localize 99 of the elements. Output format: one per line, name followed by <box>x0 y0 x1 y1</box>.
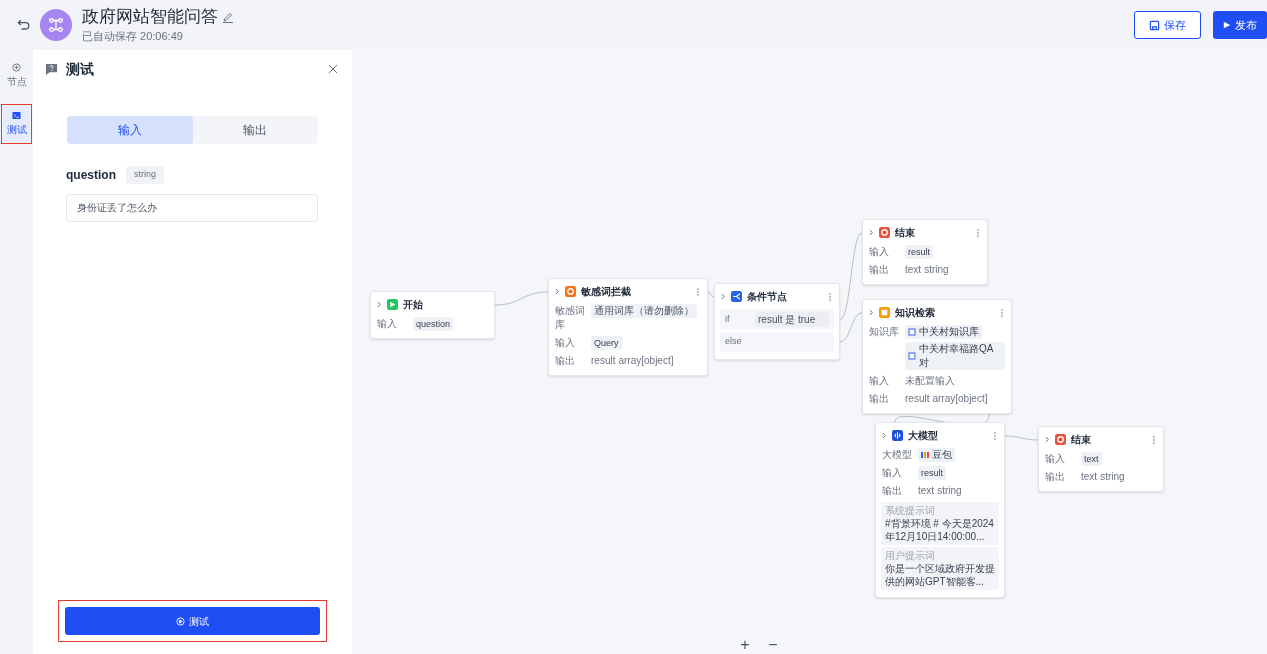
node-title: 条件节点 <box>747 290 787 304</box>
play-icon <box>176 616 185 626</box>
panel-title: 测试 <box>66 59 94 79</box>
field-label: 大模型 <box>882 448 913 462</box>
add-node-icon <box>12 63 21 72</box>
save-button[interactable]: 保存 <box>1134 11 1201 39</box>
publish-button[interactable]: 发布 <box>1213 11 1267 39</box>
output-value: result <box>905 392 930 406</box>
more-button[interactable] <box>999 307 1005 318</box>
library-tag: 通用词库（请勿删除） <box>591 304 697 318</box>
connector-line <box>707 291 715 298</box>
output-value: text <box>1081 470 1098 484</box>
chevron-icon <box>721 293 726 300</box>
node-title: 大模型 <box>908 429 938 443</box>
pencil-icon <box>222 10 234 23</box>
field-label: 敏感词库 <box>555 304 586 332</box>
panel-tab[interactable]: 输入 <box>67 116 193 144</box>
output-value: array[object] <box>932 392 988 406</box>
more-button[interactable] <box>695 286 701 297</box>
variable-tag: text <box>1081 452 1102 466</box>
field-label: 输入 <box>869 374 890 388</box>
field-label: 知识库 <box>869 325 900 339</box>
output-value: text <box>905 263 922 277</box>
model-icon <box>921 451 929 459</box>
variable-tag: result <box>905 245 933 259</box>
prompt-box: 用户提示词 你是一个区域政府开发提供的网站GPT智能客... <box>881 547 999 590</box>
chevron-icon <box>555 288 560 295</box>
workflow-node[interactable]: 结束 输入 result 输出 text string <box>862 219 988 285</box>
variable-tag: Query <box>591 336 622 350</box>
database-icon <box>908 328 916 336</box>
field-label: 输出 <box>869 392 890 406</box>
node-title: 结束 <box>895 226 915 240</box>
more-button[interactable] <box>992 430 998 441</box>
output-value: string <box>1100 470 1125 484</box>
output-value: string <box>924 263 949 277</box>
output-value: 未配置输入 <box>905 374 955 388</box>
edit-button[interactable] <box>222 10 234 23</box>
sidebar-tab[interactable]: 节点 <box>3 58 30 94</box>
field-label: 输出 <box>555 354 576 368</box>
field-label: 输入 <box>1045 452 1066 466</box>
node-title: 敏感词拦截 <box>581 285 631 299</box>
field-label: 输入 <box>882 466 903 480</box>
save-icon <box>1149 19 1160 31</box>
prompt-box: 系统提示词 #背景环境 # 今天是2024年12月10日14:00:00... <box>881 502 999 545</box>
field-label: 输出 <box>869 263 890 277</box>
knowledge-tag: 中关村知识库 <box>905 325 982 339</box>
app-title: 政府网站智能问答 <box>82 5 218 28</box>
field-label: 输入 <box>555 336 576 350</box>
node-title: 开始 <box>403 298 423 312</box>
run-test-button[interactable]: 测试 <box>65 607 320 635</box>
more-button[interactable] <box>975 227 981 238</box>
output-value: result <box>591 354 616 368</box>
chevron-icon <box>377 301 382 308</box>
output-value: text <box>918 484 935 498</box>
chevron-icon <box>1045 436 1050 443</box>
workflow-node[interactable]: 开始 输入 question <box>370 291 495 339</box>
field-label: 输出 <box>882 484 903 498</box>
zoom-button[interactable]: + <box>738 638 752 652</box>
node-title: 知识检索 <box>895 306 935 320</box>
workflow-node[interactable]: 大模型 大模型 豆包 输入 result 输出 text string 系统提示词 #背景环境 # 今天是2024年12月10日14:00:00... 用户提示词 你是一个区域政府开发提供的网站GPT智能客... <box>875 422 1005 598</box>
field-label: 输入 <box>869 245 890 259</box>
close-icon <box>328 64 338 74</box>
connector-line <box>1004 435 1039 441</box>
database-icon <box>908 352 916 360</box>
sidebar-tab[interactable]: 测试 <box>3 106 30 142</box>
branch-row: else <box>720 332 834 352</box>
chevron-icon <box>882 432 887 439</box>
autosave-status: 已自动保存 20:06:49 <box>82 28 184 44</box>
model-tag: 豆包 <box>918 448 955 462</box>
panel-tab[interactable]: 输出 <box>192 116 318 144</box>
flow-icon <box>47 16 65 34</box>
help-chat-icon <box>45 62 58 76</box>
chevron-icon <box>869 229 874 236</box>
variable-tag: question <box>413 317 454 331</box>
chevron-icon <box>869 309 874 316</box>
condition-expression: result 是 true <box>755 312 829 327</box>
variable-tag: result <box>918 466 946 480</box>
parameter-name: question <box>66 167 116 184</box>
field-label: 输出 <box>1045 470 1066 484</box>
output-value: array[object] <box>618 354 674 368</box>
workflow-node[interactable]: 敏感词拦截 敏感词库 通用词库（请勿删除） 输入 Query 输出 result array[object] <box>548 278 708 376</box>
workflow-node[interactable]: 知识检索 知识库 中关村知识库 中关村幸福路QA对 输入 未配置输入 输出 result array[object] <box>862 299 1012 414</box>
branch-row: if result 是 true <box>720 309 834 330</box>
type-tag: string <box>126 166 164 184</box>
field-label: 输入 <box>377 317 398 331</box>
output-value: string <box>937 484 962 498</box>
knowledge-tag: 中关村幸福路QA对 <box>905 342 1005 370</box>
more-button[interactable] <box>1151 434 1157 445</box>
more-button[interactable] <box>827 291 833 302</box>
play-icon <box>1223 21 1231 29</box>
node-title: 结束 <box>1071 433 1091 447</box>
close-button[interactable] <box>326 62 340 76</box>
question-input-field[interactable]: 身份证丢了怎么办 <box>66 194 318 222</box>
workflow-node[interactable]: 结束 输入 text 输出 text string <box>1038 426 1164 492</box>
connector-line <box>494 291 549 306</box>
workflow-node[interactable]: 条件节点 if result 是 true else <box>714 283 840 360</box>
undo-icon <box>16 17 32 33</box>
zoom-button[interactable]: − <box>766 638 780 652</box>
terminal-icon <box>12 111 21 120</box>
